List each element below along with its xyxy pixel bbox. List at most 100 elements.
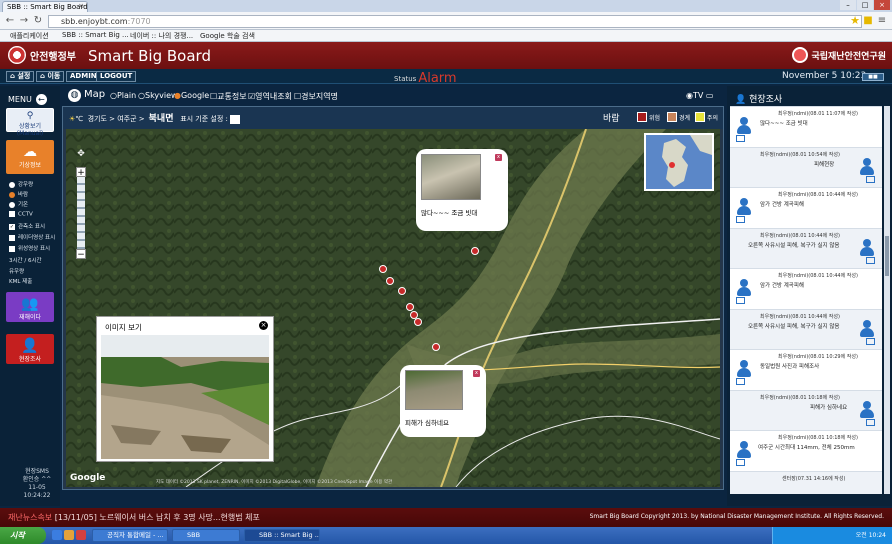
incident-marker[interactable] [432, 343, 440, 351]
mode-google[interactable]: ●Google [174, 91, 209, 100]
option-3h-6h[interactable]: 3시간 / 6시간 [9, 256, 42, 264]
display-setting-button[interactable] [230, 114, 241, 124]
scrollbar-thumb[interactable] [885, 236, 889, 276]
taskbar-item-browser[interactable]: SBB :: Smart Big ... [244, 529, 320, 542]
option-wind[interactable]: 바람 [9, 190, 28, 198]
incident-marker[interactable] [406, 303, 414, 311]
browser-tab[interactable]: SBB :: Smart Big Board × [2, 1, 88, 12]
bookmark-naver[interactable]: 네이버 :: 나의 경쟁... [130, 31, 193, 41]
entry-message: 오른쪽 사유시설 피해, 복구가 실지 않음 [748, 242, 840, 249]
photo-attachment-icon[interactable] [736, 459, 745, 466]
photo-attachment-icon[interactable] [736, 378, 745, 385]
layer-traffic[interactable]: ☐교통정보 [210, 91, 247, 102]
extension-icon[interactable]: ■ [862, 15, 874, 27]
bubble-close-icon[interactable]: x [473, 370, 480, 377]
survey-entry[interactable]: 최우정(ndmi)(08.01 10:18에 작성) 피해가 심하네요 [730, 389, 882, 430]
taskbar-item-sbb[interactable]: SBB [172, 529, 240, 542]
survey-entry[interactable]: 최우정(ndmi)(08.01 10:29에 작성) 동일법원 사진과 피해조사 [730, 349, 882, 390]
incident-marker[interactable] [386, 277, 394, 285]
photo-attachment-icon[interactable] [736, 216, 745, 223]
menu-back-icon[interactable]: ← [35, 94, 47, 105]
bookmark-sbb[interactable]: SBB :: Smart Big ... [62, 31, 129, 39]
menu-icon[interactable]: ≡ [876, 15, 888, 27]
tv-toggle[interactable]: ◉TV ▭ [686, 91, 713, 100]
taskbar-item-mail[interactable]: 공직자 통합메일 - ... [92, 529, 168, 542]
zoom-in-button[interactable]: + [76, 167, 86, 178]
photo-attachment-icon[interactable] [736, 297, 745, 304]
mode-plain[interactable]: ○Plain [110, 91, 136, 100]
survey-list[interactable]: 최우정(ndmi)(08.01 11:07에 작성) 많다~~~ 조금 빗대 최… [730, 106, 882, 494]
thumbnail-image[interactable] [405, 370, 463, 410]
option-satellite[interactable]: 위성영상 표시 [9, 244, 50, 252]
survey-entry[interactable]: 센터장(07.31 14:16에 작성) [730, 470, 882, 494]
settings-button[interactable]: ⌂ 설정 [6, 71, 35, 82]
incident-marker[interactable] [471, 247, 479, 255]
option-flow[interactable]: 유우량 [9, 267, 24, 275]
incident-marker[interactable] [379, 265, 387, 273]
back-icon[interactable]: ← [4, 15, 16, 27]
disaster-button[interactable]: 👥 재해이다 [6, 292, 54, 322]
zoom-slider[interactable] [77, 177, 85, 249]
user-avatar-icon [735, 198, 753, 216]
photo-bubble-1[interactable]: x 많다~~~ 조금 빗대 [416, 149, 508, 231]
screen-toggle-button[interactable]: ■■ [862, 73, 884, 81]
tab-close-icon[interactable]: × [78, 2, 84, 10]
minimize-icon[interactable]: – [840, 0, 856, 10]
overview-minimap[interactable] [644, 133, 714, 191]
option-rainfall[interactable]: 강우량 [9, 180, 33, 188]
photo-attachment-icon[interactable] [866, 175, 875, 183]
manual-view-button[interactable]: ⚲ 상황보기 (Manual) [6, 108, 54, 137]
photo-bubble-2[interactable]: x 피해가 심하네요 [400, 365, 486, 437]
survey-entry[interactable]: 최우정(ndmi)(08.01 10:44에 작성) 암가 건방 계곡피해 [730, 268, 882, 309]
reload-icon[interactable]: ↻ [32, 15, 44, 27]
forward-icon[interactable]: → [18, 15, 30, 27]
address-bar[interactable]: sbb.enjoybt.com:7070 [48, 15, 862, 28]
layer-area-search[interactable]: ☑영역내조회 [248, 91, 292, 102]
weather-button[interactable]: ☁ 기상정보 [6, 140, 54, 174]
move-button[interactable]: ⌂ 이동 [36, 71, 65, 82]
zoom-out-button[interactable]: − [76, 249, 86, 260]
survey-entry[interactable]: 최우정(ndmi)(08.01 10:44에 작성) 오른쪽 사유시설 피해, … [730, 227, 882, 268]
news-text[interactable]: 재난뉴스속보 [13/11/05] 노르웨이서 버스 납치 후 3명 사망...… [8, 512, 260, 523]
photo-attachment-icon[interactable] [866, 418, 875, 426]
bookmark-google-scholar[interactable]: Google 학술 검색 [200, 31, 255, 41]
pan-control-icon[interactable]: ✥ [74, 149, 88, 167]
option-stations[interactable]: ✓ 관측소 표시 [9, 222, 45, 230]
maximize-icon[interactable]: □ [857, 0, 873, 10]
bubble-close-icon[interactable]: x [495, 154, 502, 161]
tray-clock[interactable]: 오전 10:24 [856, 532, 886, 539]
incident-marker[interactable] [414, 318, 422, 326]
ie-quicklaunch-icon[interactable] [52, 530, 62, 540]
option-radar[interactable]: 레이더영상 표시 [9, 233, 55, 241]
binoculars-icon: ⚲ [26, 111, 34, 121]
image-viewer-close-icon[interactable]: × [259, 321, 268, 330]
weather-icon: ☁ [23, 144, 37, 160]
institute-logo-icon [792, 47, 809, 63]
photo-attachment-icon[interactable] [736, 135, 745, 142]
photo-attachment-icon[interactable] [866, 256, 875, 264]
window-close-icon[interactable]: × [874, 0, 890, 10]
photo-attachment-icon[interactable] [866, 337, 875, 345]
layer-alert-area[interactable]: ☐경보지역명 [294, 91, 338, 102]
survey-entry[interactable]: 최우정(ndmi)(08.01 11:07에 작성) 많다~~~ 조금 빗대 [730, 106, 882, 147]
entry-message: 많다~~~ 조금 빗대 [760, 121, 808, 127]
incident-marker[interactable] [398, 287, 406, 295]
panel-scrollbar[interactable] [884, 106, 890, 494]
thumbnail-image[interactable] [421, 154, 481, 200]
survey-entry[interactable]: 최우정(ndmi)(08.01 10:44에 작성) 암가 건방 계곡피해 [730, 187, 882, 228]
bookmark-apps[interactable]: 애플리케이션 [10, 31, 49, 41]
survey-entry[interactable]: 최우정(ndmi)(08.01 10:54에 작성) 피해현장 [730, 146, 882, 187]
mode-skyview[interactable]: ○Skyview [138, 91, 178, 100]
folder-quicklaunch-icon[interactable] [64, 530, 74, 540]
logout-button[interactable]: LOGOUT [96, 71, 137, 82]
option-temperature[interactable]: 기온 [9, 200, 28, 208]
option-kml[interactable]: KML 제출 [9, 277, 32, 285]
field-survey-button[interactable]: 👤 현장조사 [6, 334, 54, 364]
survey-entry[interactable]: 최우정(ndmi)(08.01 10:18에 작성) 여주군 시간최대 114m… [730, 430, 882, 471]
chrome-quicklaunch-icon[interactable] [76, 530, 86, 540]
bookmark-star-icon[interactable]: ★ [850, 14, 860, 27]
option-cctv[interactable]: CCTV [9, 211, 33, 218]
panel-title: 👤 현장조사 [735, 95, 783, 105]
survey-entry[interactable]: 최우정(ndmi)(08.01 10:44에 작성) 오른쪽 사유시설 피해, … [730, 308, 882, 349]
start-button[interactable]: 시작 [0, 527, 46, 544]
